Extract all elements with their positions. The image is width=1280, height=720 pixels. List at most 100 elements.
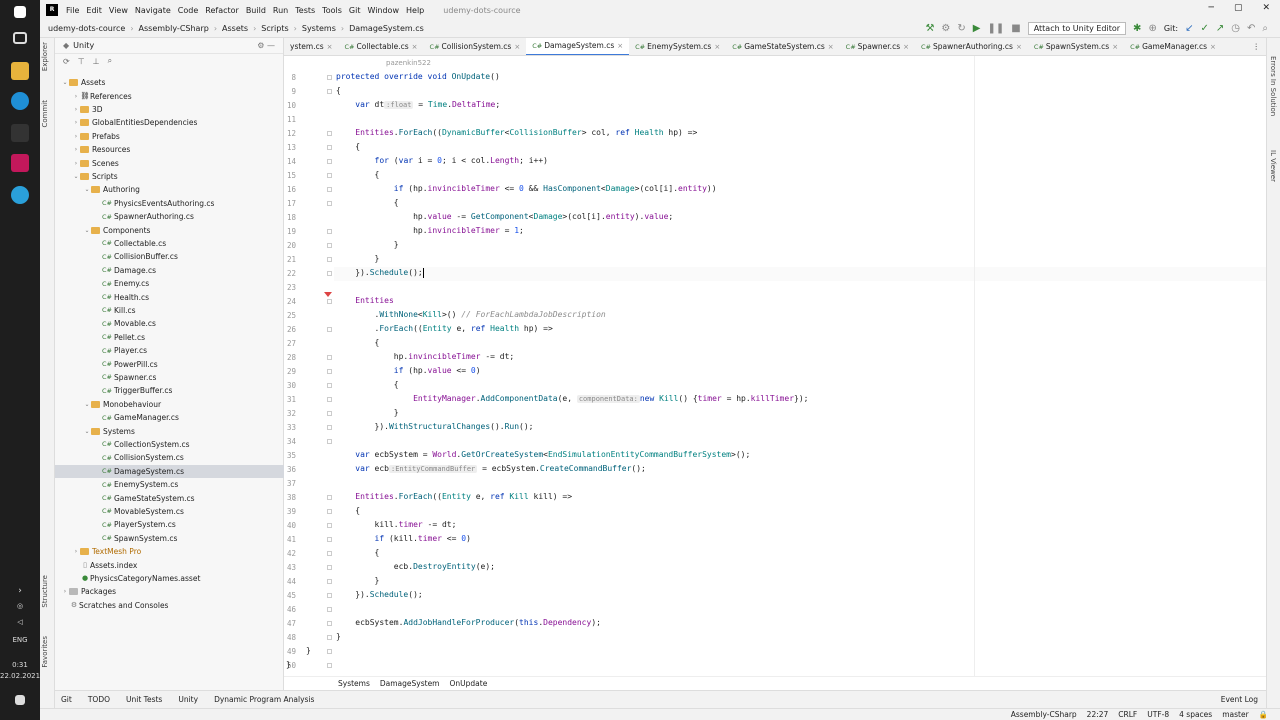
- fold-marker-icon[interactable]: [327, 187, 332, 192]
- tree-item[interactable]: C# Damage.cs: [55, 264, 284, 277]
- tree-item[interactable]: C# CollisionSystem.cs: [55, 451, 284, 464]
- status-git-branch[interactable]: master: [1222, 710, 1248, 719]
- fold-marker-icon[interactable]: [327, 495, 332, 500]
- fold-marker-icon[interactable]: [327, 579, 332, 584]
- minimize-icon[interactable]: ─: [1209, 3, 1214, 13]
- menu-window[interactable]: Window: [367, 6, 399, 15]
- nav-crumb[interactable]: Scripts: [261, 24, 288, 33]
- code-editor[interactable]: 8 9 10 11 12 13 14 15 16 17 18 19 20 21 22 23 24 25 26 27 28…: [284, 56, 1266, 676]
- menu-navigate[interactable]: Navigate: [135, 6, 171, 15]
- git-update-icon[interactable]: ↙: [1185, 23, 1193, 34]
- tree-item[interactable]: C# GameManager.cs: [55, 411, 284, 424]
- nav-crumb[interactable]: udemy-dots-cource: [48, 24, 125, 33]
- volume-icon[interactable]: ◁: [0, 618, 40, 626]
- expand-closed-icon[interactable]: ›: [72, 119, 80, 126]
- status-indent[interactable]: 4 spaces: [1179, 710, 1212, 719]
- tree-item[interactable]: ▯ Assets.index: [55, 558, 284, 571]
- menu-tests[interactable]: Tests: [295, 6, 315, 15]
- editor-tab[interactable]: C# SpawnerAuthoring.cs ×: [915, 38, 1028, 55]
- fold-marker-icon[interactable]: [327, 537, 332, 542]
- tree-item[interactable]: C# Spawner.cs: [55, 371, 284, 384]
- pause-icon[interactable]: ❚❚: [987, 23, 1004, 34]
- menu-edit[interactable]: Edit: [86, 6, 102, 15]
- status-caret-position[interactable]: 22:27: [1087, 710, 1109, 719]
- tree-item[interactable]: › 3D: [55, 103, 284, 116]
- tool-window-unity[interactable]: Unity: [178, 695, 198, 704]
- editor-tab[interactable]: ystem.cs ×: [284, 38, 339, 55]
- fold-marker-icon[interactable]: [327, 89, 332, 94]
- telegram-icon[interactable]: [11, 186, 29, 204]
- tree-item[interactable]: ⌄ Components: [55, 223, 284, 236]
- fold-marker-icon[interactable]: [327, 663, 332, 668]
- structure-tool-tab[interactable]: Structure: [41, 575, 49, 608]
- editor-tab[interactable]: C# SpawnSystem.cs ×: [1028, 38, 1124, 55]
- menu-refactor[interactable]: Refactor: [205, 6, 239, 15]
- tree-item[interactable]: C# Kill.cs: [55, 304, 284, 317]
- menu-view[interactable]: View: [109, 6, 128, 15]
- fold-marker-icon[interactable]: [327, 271, 332, 276]
- network-icon[interactable]: ◎: [0, 602, 40, 610]
- fold-marker-icon[interactable]: [327, 243, 332, 248]
- tree-item[interactable]: › Scenes: [55, 156, 284, 169]
- fold-marker-icon[interactable]: [327, 383, 332, 388]
- tray-chevron-icon[interactable]: ›: [0, 586, 40, 596]
- tab-close-icon[interactable]: ×: [903, 43, 909, 51]
- expand-closed-icon[interactable]: ›: [72, 146, 80, 153]
- fold-marker-icon[interactable]: [327, 327, 332, 332]
- code-breadcrumb-item[interactable]: DamageSystem: [380, 679, 440, 688]
- fold-marker-icon[interactable]: [327, 607, 332, 612]
- tab-close-icon[interactable]: ×: [828, 43, 834, 51]
- fold-marker-icon[interactable]: [327, 509, 332, 514]
- git-rollback-icon[interactable]: ↶: [1247, 23, 1255, 34]
- tab-close-icon[interactable]: ×: [412, 43, 418, 51]
- maximize-icon[interactable]: ▢: [1234, 3, 1243, 13]
- tabs-menu-icon[interactable]: ⋮: [1247, 38, 1267, 55]
- errors-in-solution-tab[interactable]: Errors In Solution: [1269, 56, 1277, 116]
- attach-unity-dropdown[interactable]: Attach to Unity Editor: [1027, 22, 1127, 35]
- tab-close-icon[interactable]: ×: [514, 43, 520, 51]
- terminal-icon[interactable]: [11, 124, 29, 142]
- editor-tab[interactable]: C# Spawner.cs ×: [840, 38, 915, 55]
- tree-item[interactable]: C# SpawnerAuthoring.cs: [55, 210, 284, 223]
- tree-item[interactable]: C# PhysicsEventsAuthoring.cs: [55, 197, 284, 210]
- nav-crumb[interactable]: Systems: [302, 24, 336, 33]
- tab-close-icon[interactable]: ×: [1016, 43, 1022, 51]
- tree-item[interactable]: ● PhysicsCategoryNames.asset: [55, 572, 284, 585]
- fold-marker-icon[interactable]: [327, 425, 332, 430]
- tab-close-icon[interactable]: ×: [714, 43, 720, 51]
- task-view-icon[interactable]: [13, 32, 27, 44]
- expand-open-icon[interactable]: ⌄: [83, 401, 91, 408]
- expand-closed-icon[interactable]: ›: [72, 133, 80, 140]
- tool-window-todo[interactable]: TODO: [88, 695, 110, 704]
- fold-marker-icon[interactable]: [327, 201, 332, 206]
- event-log-button[interactable]: Event Log: [1221, 695, 1258, 704]
- menu-code[interactable]: Code: [178, 6, 198, 15]
- fold-marker-icon[interactable]: [327, 565, 332, 570]
- fold-marker-icon[interactable]: [327, 229, 332, 234]
- status-encoding[interactable]: UTF-8: [1147, 710, 1169, 719]
- code-breadcrumb-item[interactable]: Systems: [338, 679, 370, 688]
- panel-options-icon[interactable]: ⚙ —: [257, 41, 275, 50]
- lock-icon[interactable]: 🔒: [1259, 710, 1268, 719]
- fold-marker-icon[interactable]: [327, 397, 332, 402]
- tree-item[interactable]: ⌄ Assets: [55, 76, 284, 89]
- stop-icon[interactable]: ■: [1011, 23, 1020, 34]
- tab-close-icon[interactable]: ×: [327, 43, 333, 51]
- fold-marker-icon[interactable]: [327, 439, 332, 444]
- menu-run[interactable]: Run: [273, 6, 288, 15]
- fold-marker-icon[interactable]: [327, 159, 332, 164]
- tree-item[interactable]: C# EnemySystem.cs: [55, 478, 284, 491]
- tree-item[interactable]: › Resources: [55, 143, 284, 156]
- tree-item[interactable]: C# TriggerBuffer.cs: [55, 384, 284, 397]
- filter-icon[interactable]: ⊤: [78, 57, 85, 66]
- fold-marker-icon[interactable]: [327, 145, 332, 150]
- tree-item[interactable]: C# Pellet.cs: [55, 331, 284, 344]
- build-hammer-icon[interactable]: ⚒: [925, 23, 934, 34]
- expand-open-icon[interactable]: ⌄: [61, 79, 69, 86]
- tree-item[interactable]: C# CollisionBuffer.cs: [55, 250, 284, 263]
- editor-tab[interactable]: C# EnemySystem.cs ×: [629, 38, 726, 55]
- debug-settings-icon[interactable]: ⚙: [941, 23, 950, 34]
- expand-closed-icon[interactable]: ›: [72, 160, 80, 167]
- tree-item[interactable]: C# MovableSystem.cs: [55, 505, 284, 518]
- tab-close-icon[interactable]: ×: [1112, 43, 1118, 51]
